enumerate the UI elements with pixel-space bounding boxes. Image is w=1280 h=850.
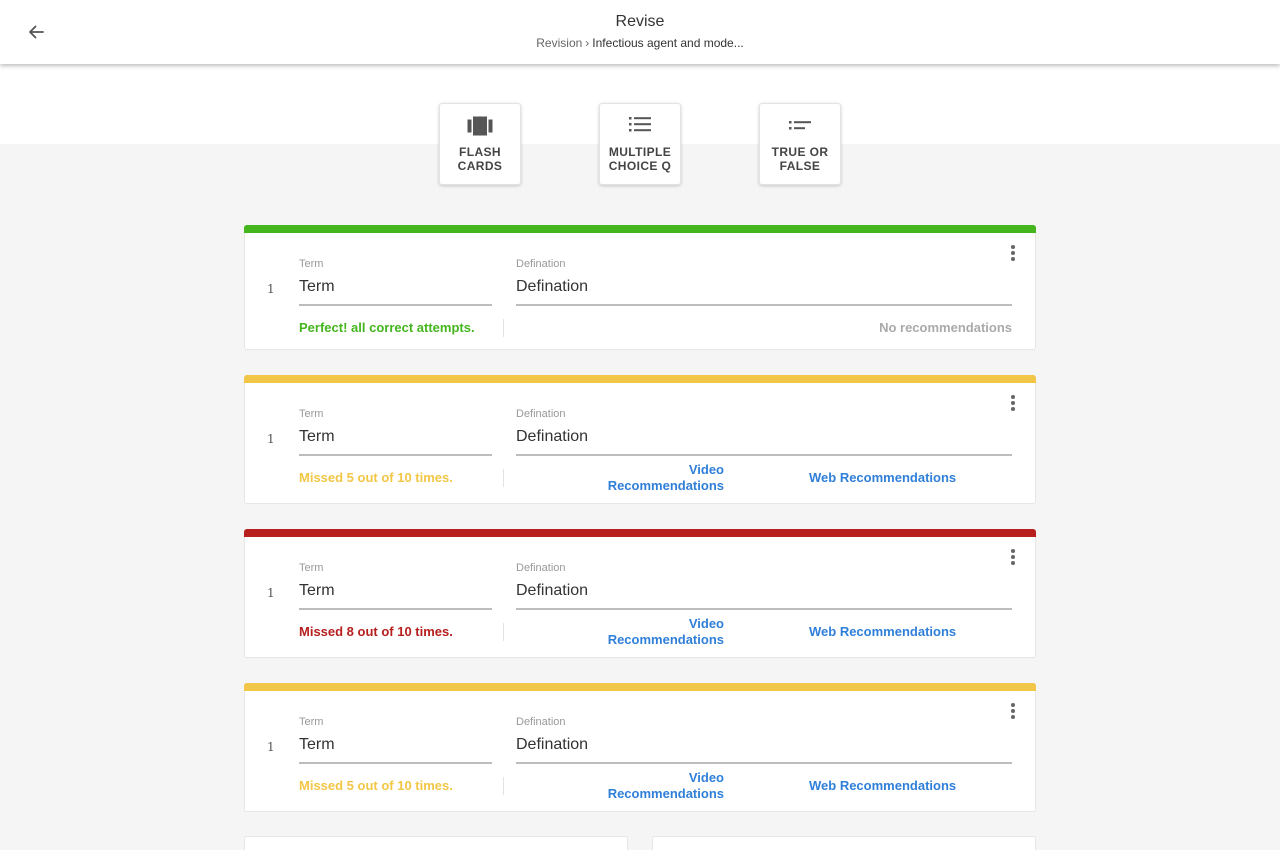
- status-text: Missed 8 out of 10 times.: [299, 624, 453, 639]
- multiple-choice-label: MULTIPLE CHOICE Q: [608, 145, 672, 173]
- summary-card-left: [244, 836, 628, 850]
- status-text: Perfect! all correct attempts.: [299, 320, 475, 335]
- status-bar-yellow: [244, 375, 1036, 383]
- breadcrumb-parent[interactable]: Revision: [536, 36, 582, 50]
- definition-field[interactable]: Defination: [516, 276, 1012, 306]
- more-vert-icon: [1011, 245, 1015, 249]
- term-card: 1 Term Term Defination Defination Missed…: [244, 375, 1036, 504]
- status-bar-green: [244, 225, 1036, 233]
- definition-field[interactable]: Defination: [516, 734, 1012, 764]
- more-vert-button[interactable]: [1005, 392, 1021, 414]
- true-or-false-label: TRUE OR FALSE: [771, 145, 829, 173]
- flash-cards-button[interactable]: FLASH CARDS: [439, 103, 521, 185]
- divider: [503, 623, 504, 641]
- term-card: 1 Term Term Defination Defination Perfec…: [244, 225, 1036, 350]
- definition-label: Defination: [516, 716, 566, 728]
- breadcrumb: Revision › Infectious agent and mode...: [0, 36, 1280, 50]
- term-field[interactable]: Term: [299, 734, 492, 764]
- definition-field[interactable]: Defination: [516, 426, 1012, 456]
- term-index: 1: [267, 432, 275, 446]
- summary-card-right: [652, 836, 1036, 850]
- more-vert-icon: [1011, 395, 1015, 399]
- definition-label: Defination: [516, 562, 566, 574]
- list-icon: [629, 117, 651, 132]
- video-recommendations-link[interactable]: Video Recommendations: [608, 770, 724, 802]
- flash-cards-icon: [467, 116, 493, 136]
- breadcrumb-current: Infectious agent and mode...: [592, 36, 744, 50]
- page-title: Revise: [615, 13, 665, 30]
- web-recommendations-link[interactable]: Web Recommendations: [809, 624, 956, 639]
- true-or-false-button[interactable]: TRUE OR FALSE: [759, 103, 841, 185]
- video-recommendations-link[interactable]: Video Recommendations: [608, 462, 724, 494]
- term-label: Term: [299, 716, 324, 728]
- status-text: Missed 5 out of 10 times.: [299, 470, 453, 485]
- web-recommendations-link[interactable]: Web Recommendations: [809, 470, 956, 485]
- video-recommendations-link[interactable]: Video Recommendations: [608, 616, 724, 648]
- top-app-bar: Revise Revision › Infectious agent and mod…: [0, 0, 1280, 64]
- definition-label: Defination: [516, 258, 566, 270]
- term-index: 1: [267, 586, 275, 600]
- term-field[interactable]: Term: [299, 426, 492, 456]
- term-index: 1: [267, 282, 275, 296]
- status-bar-yellow: [244, 683, 1036, 691]
- definition-field[interactable]: Defination: [516, 580, 1012, 610]
- more-vert-button[interactable]: [1005, 546, 1021, 568]
- multiple-choice-button[interactable]: MULTIPLE CHOICE Q: [599, 103, 681, 185]
- term-field[interactable]: Term: [299, 276, 492, 306]
- term-label: Term: [299, 562, 324, 574]
- more-vert-button[interactable]: [1005, 242, 1021, 264]
- true-false-icon: [789, 121, 811, 130]
- divider: [503, 469, 504, 487]
- divider: [503, 777, 504, 795]
- term-index: 1: [267, 740, 275, 754]
- divider: [503, 319, 504, 337]
- term-field[interactable]: Term: [299, 580, 492, 610]
- status-text: Missed 5 out of 10 times.: [299, 778, 453, 793]
- definition-label: Defination: [516, 408, 566, 420]
- breadcrumb-separator: ›: [585, 36, 590, 50]
- term-card: 1 Term Term Defination Defination Missed…: [244, 529, 1036, 658]
- no-recommendations-text: No recommendations: [879, 320, 1012, 335]
- more-vert-icon: [1011, 703, 1015, 707]
- web-recommendations-link[interactable]: Web Recommendations: [809, 778, 956, 793]
- more-vert-button[interactable]: [1005, 700, 1021, 722]
- term-card: 1 Term Term Defination Defination Missed…: [244, 683, 1036, 812]
- flash-cards-label: FLASH CARDS: [457, 145, 503, 173]
- more-vert-icon: [1011, 549, 1015, 553]
- term-label: Term: [299, 408, 324, 420]
- term-label: Term: [299, 258, 324, 270]
- status-bar-red: [244, 529, 1036, 537]
